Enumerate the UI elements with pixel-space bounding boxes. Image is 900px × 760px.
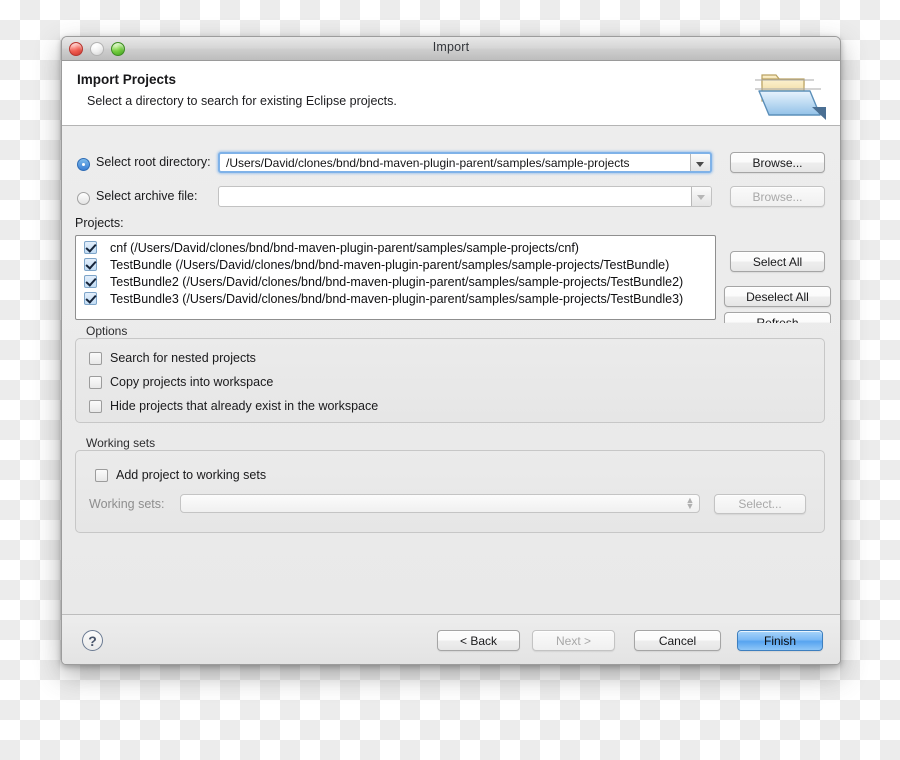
working-sets-select-button[interactable]: Select...	[714, 494, 806, 514]
list-item[interactable]: TestBundle2 (/Users/David/clones/bnd/bnd…	[76, 273, 715, 290]
working-sets-group	[75, 450, 825, 533]
root-directory-combo[interactable]: /Users/David/clones/bnd/bnd-maven-plugin…	[218, 152, 712, 173]
window-title: Import	[432, 40, 470, 54]
project-label: cnf (/Users/David/clones/bnd/bnd-maven-p…	[110, 240, 579, 255]
radio-select-archive-file[interactable]	[77, 192, 90, 205]
refresh-button[interactable]: Refresh	[724, 312, 831, 323]
project-checkbox[interactable]	[84, 292, 97, 305]
add-project-to-working-sets-label: Add project to working sets	[116, 468, 267, 482]
projects-list[interactable]: cnf (/Users/David/clones/bnd/bnd-maven-p…	[75, 235, 716, 320]
deselect-all-button[interactable]: Deselect All	[724, 286, 831, 307]
chevron-down-icon[interactable]	[691, 187, 711, 206]
project-checkbox[interactable]	[84, 275, 97, 288]
import-dialog-window: Import Import Projects Select a director…	[61, 36, 841, 665]
option-copy-projects-label: Copy projects into workspace	[110, 375, 274, 389]
cancel-button[interactable]: Cancel	[634, 630, 721, 651]
radio-select-root-directory[interactable]	[77, 158, 90, 171]
project-label: TestBundle2 (/Users/David/clones/bnd/bnd…	[110, 274, 684, 289]
option-hide-existing-checkbox[interactable]	[89, 399, 102, 413]
import-folder-icon	[746, 63, 832, 123]
option-search-nested-row[interactable]: Search for nested projects	[89, 351, 256, 365]
project-label: TestBundle3 (/Users/David/clones/bnd/bnd…	[110, 291, 684, 306]
page-subtitle: Select a directory to search for existin…	[87, 94, 397, 108]
wizard-header: Import Projects Select a directory to se…	[62, 61, 840, 126]
back-button[interactable]: < Back	[437, 630, 520, 651]
working-sets-group-title: Working sets	[86, 436, 156, 450]
browse-archive-file-button[interactable]: Browse...	[730, 186, 825, 207]
label-select-root-directory: Select root directory:	[96, 155, 211, 169]
option-hide-existing-label: Hide projects that already exist in the …	[110, 399, 379, 413]
add-project-to-working-sets-row[interactable]: Add project to working sets	[95, 468, 266, 482]
archive-file-combo[interactable]	[218, 186, 712, 207]
project-checkbox[interactable]	[84, 258, 97, 271]
option-search-nested-label: Search for nested projects	[110, 351, 256, 365]
wizard-footer: ? < Back Next > Cancel Finish	[62, 614, 840, 664]
chevron-down-icon[interactable]	[690, 154, 710, 171]
browse-root-directory-button[interactable]: Browse...	[730, 152, 825, 173]
list-item[interactable]: TestBundle (/Users/David/clones/bnd/bnd-…	[76, 256, 715, 273]
list-item[interactable]: TestBundle3 (/Users/David/clones/bnd/bnd…	[76, 290, 715, 307]
options-group-title: Options	[86, 324, 128, 338]
next-button[interactable]: Next >	[532, 630, 615, 651]
finish-button[interactable]: Finish	[737, 630, 823, 651]
label-select-archive-file: Select archive file:	[96, 189, 198, 203]
working-sets-combo[interactable]: ▲ ▼	[180, 494, 700, 513]
add-project-to-working-sets-checkbox[interactable]	[95, 468, 108, 482]
window-titlebar[interactable]: Import	[62, 37, 840, 61]
project-checkbox[interactable]	[84, 241, 97, 254]
option-copy-projects-row[interactable]: Copy projects into workspace	[89, 375, 273, 389]
wizard-body: Select root directory: /Users/David/clon…	[62, 126, 840, 614]
option-copy-projects-checkbox[interactable]	[89, 375, 102, 389]
select-all-button[interactable]: Select All	[730, 251, 825, 272]
refresh-button-clip: Refresh	[724, 312, 831, 323]
stepper-updown-icon[interactable]: ▲ ▼	[685, 496, 695, 511]
project-label: TestBundle (/Users/David/clones/bnd/bnd-…	[110, 257, 670, 272]
root-directory-value: /Users/David/clones/bnd/bnd-maven-plugin…	[226, 156, 630, 170]
help-icon[interactable]: ?	[82, 630, 103, 651]
option-search-nested-checkbox[interactable]	[89, 351, 102, 365]
list-item[interactable]: cnf (/Users/David/clones/bnd/bnd-maven-p…	[76, 239, 715, 256]
projects-label: Projects:	[75, 216, 124, 230]
option-hide-existing-row[interactable]: Hide projects that already exist in the …	[89, 399, 378, 413]
page-title: Import Projects	[77, 72, 177, 87]
working-sets-combo-label: Working sets:	[89, 497, 165, 511]
